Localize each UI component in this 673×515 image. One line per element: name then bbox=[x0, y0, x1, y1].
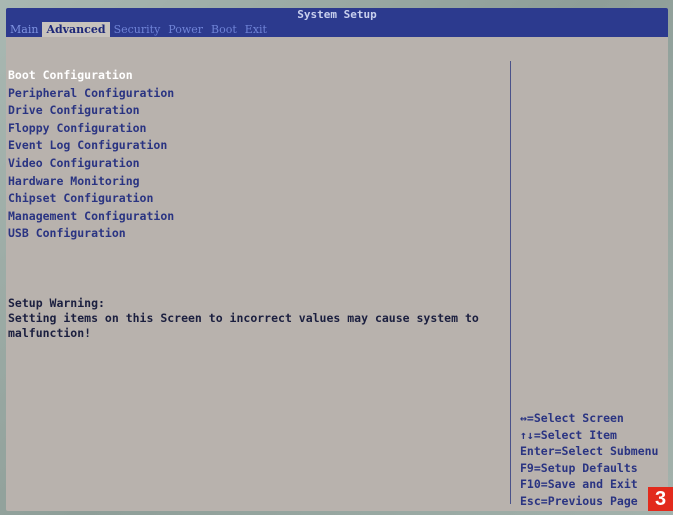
submenu-item-peripheral-configuration[interactable]: Peripheral Configuration bbox=[8, 85, 508, 103]
submenu-item-hardware-monitoring[interactable]: Hardware Monitoring bbox=[8, 173, 508, 191]
submenu-item-drive-configuration[interactable]: Drive Configuration bbox=[8, 102, 508, 120]
warning-title: Setup Warning: bbox=[8, 296, 105, 310]
photo-frame: System Setup Main Advanced Security Power Bo… bbox=[0, 0, 673, 515]
menu-bar: Main Advanced Security Power Boot Exit bbox=[6, 22, 668, 37]
title-bar: System Setup bbox=[6, 8, 668, 22]
tab-boot[interactable]: Boot bbox=[207, 22, 241, 37]
help-save-exit: F10=Save and Exit bbox=[520, 477, 638, 492]
warning-line-1: Setting items on this Screen to incorrec… bbox=[8, 311, 479, 325]
submenu-item-usb-configuration[interactable]: USB Configuration bbox=[8, 225, 508, 243]
help-select-submenu: Enter=Select Submenu bbox=[520, 444, 659, 459]
submenu-list: Boot Configuration Peripheral Configurat… bbox=[8, 67, 508, 243]
help-select-item: ↑↓=Select Item bbox=[520, 427, 617, 442]
submenu-item-chipset-configuration[interactable]: Chipset Configuration bbox=[8, 190, 508, 208]
setup-warning: Setup Warning: Setting items on this Scr… bbox=[8, 296, 506, 341]
help-select-screen: ↔=Select Screen bbox=[520, 411, 624, 425]
warning-line-2: malfunction! bbox=[8, 326, 92, 340]
main-panel: Boot Configuration Peripheral Configurat… bbox=[6, 37, 668, 511]
tab-security[interactable]: Security bbox=[110, 22, 165, 37]
bios-screen: System Setup Main Advanced Security Power Bo… bbox=[6, 8, 668, 511]
submenu-item-video-configuration[interactable]: Video Configuration bbox=[8, 155, 508, 173]
window-title: System Setup bbox=[297, 8, 377, 21]
submenu-item-event-log-configuration[interactable]: Event Log Configuration bbox=[8, 137, 508, 155]
submenu-item-boot-configuration[interactable]: Boot Configuration bbox=[8, 67, 508, 85]
help-previous-page: Esc=Previous Page bbox=[520, 493, 638, 508]
tab-main[interactable]: Main bbox=[6, 22, 42, 37]
tab-power[interactable]: Power bbox=[164, 22, 207, 37]
help-setup-defaults: F9=Setup Defaults bbox=[520, 460, 638, 475]
submenu-item-floppy-configuration[interactable]: Floppy Configuration bbox=[8, 120, 508, 138]
tab-advanced[interactable]: Advanced bbox=[42, 22, 110, 37]
figure-number-badge: 3 bbox=[648, 487, 673, 511]
tab-exit[interactable]: Exit bbox=[241, 22, 271, 37]
key-help-panel: ↔=Select Screen ↑↓=Select Item Enter=Sel… bbox=[520, 410, 668, 510]
panel-divider bbox=[510, 61, 511, 504]
submenu-item-management-configuration[interactable]: Management Configuration bbox=[8, 208, 508, 226]
